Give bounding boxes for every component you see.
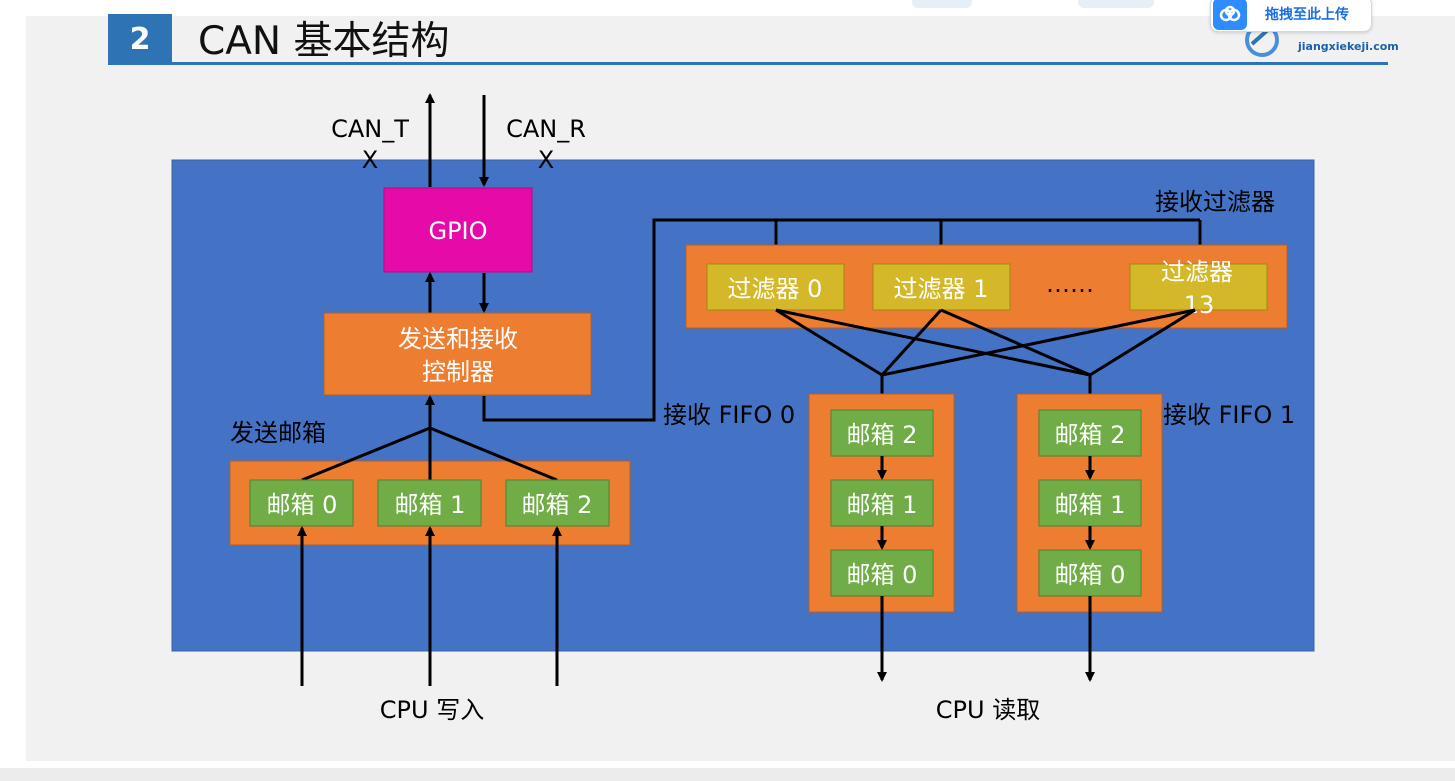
filter-0-label: 过滤器 0 [728,275,823,303]
filters-label: 接收过滤器 [1155,188,1275,216]
controller-label-line2: 控制器 [422,358,494,386]
fifo1-mailbox-0-label: 邮箱 0 [1055,561,1126,589]
fifo0-mailbox-2-label: 邮箱 2 [847,421,918,449]
cpu-write-label: CPU 写入 [380,696,484,724]
filter-13-label: 过滤器 [1161,258,1233,286]
fifo0-label: 接收 FIFO 0 [663,401,795,429]
filter-1-label: 过滤器 1 [894,275,989,303]
cpu-read-label: CPU 读取 [936,696,1040,724]
tx-mailboxes-label: 发送邮箱 [230,419,326,447]
tx-mailbox-1-label: 邮箱 1 [395,491,466,519]
can-structure-diagram: CAN_T X CAN_R X GPIO 发送和接收 控制器 接收过滤器 过滤器… [171,93,1315,724]
fifo1-mailbox-2-label: 邮箱 2 [1055,421,1126,449]
fifo1-mailbox-1-label: 邮箱 1 [1055,491,1126,519]
fifo0-mailbox-1-label: 邮箱 1 [847,491,918,519]
gpio-label: GPIO [428,217,487,245]
tx-mailbox-2-label: 邮箱 2 [522,491,593,519]
can-tx-label: CAN_T [331,115,409,143]
controller-label-line1: 发送和接收 [398,325,518,353]
can-tx-label-suffix: X [362,146,378,174]
can-rx-label-suffix: X [538,146,554,174]
tx-mailbox-0-label: 邮箱 0 [267,491,338,519]
can-rx-label: CAN_R [506,115,586,143]
fifo1-label: 接收 FIFO 1 [1163,401,1295,429]
fifo0-mailbox-0-label: 邮箱 0 [847,561,918,589]
filter-ellipsis: …… [1046,270,1094,298]
